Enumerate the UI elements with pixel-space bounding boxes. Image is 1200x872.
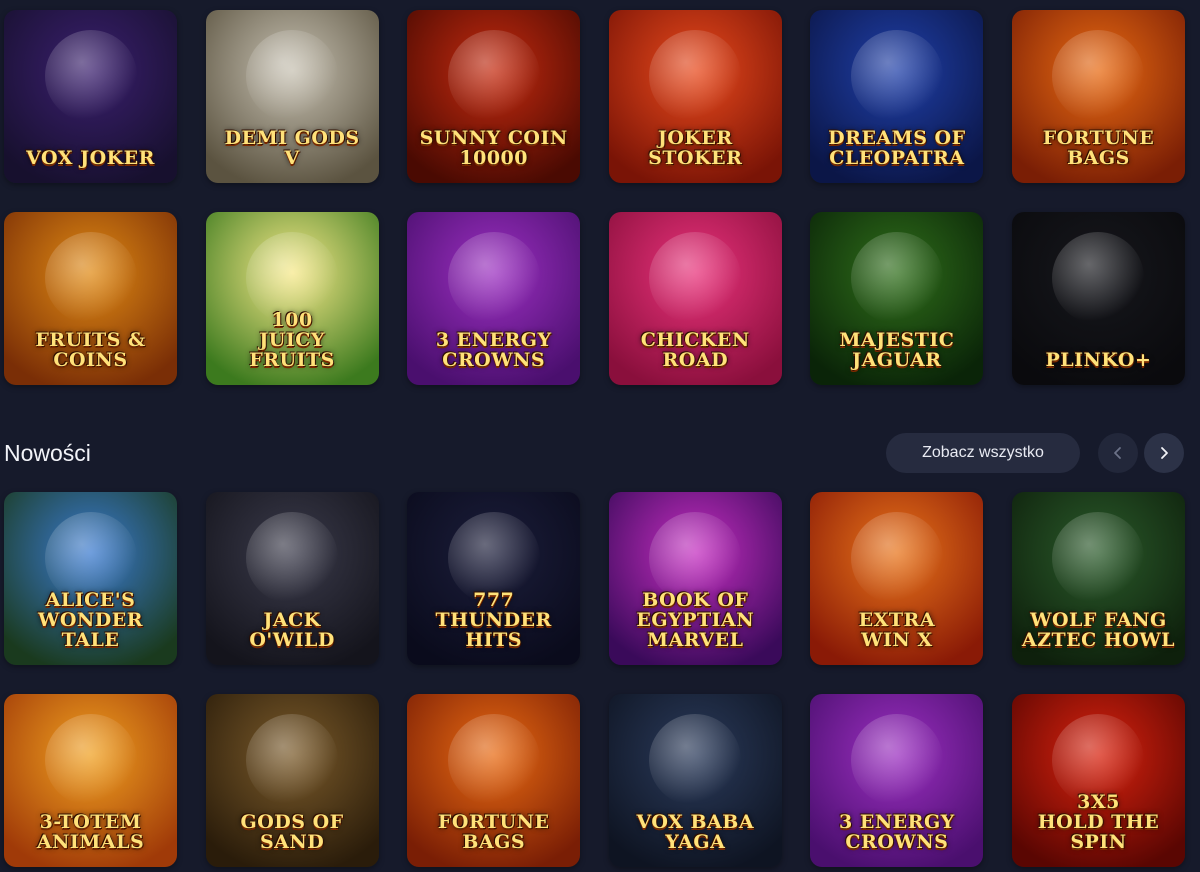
game-title: PLINKO+ — [1045, 349, 1152, 372]
game-tile[interactable]: FRUITS & COINS — [4, 212, 177, 385]
game-tile[interactable]: 100 JUICY FRUITS — [205, 212, 379, 385]
game-tile[interactable]: VOX JOKER — [4, 10, 177, 183]
game-title: 3X5 HOLD THE SPIN — [1037, 791, 1160, 854]
game-title: VOX BABA YAGA — [636, 811, 755, 854]
game-title: EXTRA WIN X — [858, 609, 936, 652]
game-title: GODS OF SAND — [240, 811, 344, 854]
section-title: Nowości — [4, 440, 91, 466]
game-title: 3-TOTEM ANIMALS — [36, 811, 145, 854]
top-games-grid: VOX JOKER DEMI GODS V SUNNY COIN 10000 JOKE… — [4, 10, 1185, 385]
game-title: DREAMS OF CLEOPATRA — [828, 127, 966, 170]
game-tile[interactable]: ALICE'S WONDER TALE — [4, 492, 177, 665]
game-tile[interactable]: SUNNY COIN 10000 — [407, 10, 581, 183]
game-title: FRUITS & COINS — [35, 329, 146, 372]
game-tile[interactable]: MAJESTIC JAGUAR — [810, 212, 984, 385]
game-title: JACK O'WILD — [249, 609, 335, 652]
chevron-right-icon — [1161, 447, 1168, 459]
game-tile[interactable]: FORTUNE BAGS — [407, 694, 581, 867]
game-title: 3 ENERGY CROWNS — [839, 811, 955, 854]
game-title: DEMI GODS V — [224, 127, 360, 170]
game-title: MAJESTIC JAGUAR — [839, 329, 955, 372]
game-tile[interactable]: 777 THUNDER HITS — [407, 492, 581, 665]
game-title: CHICKEN ROAD — [640, 329, 750, 372]
game-tile[interactable]: FORTUNE BAGS — [1011, 10, 1185, 183]
game-tile[interactable]: 3 ENERGY CROWNS — [810, 694, 984, 867]
game-tile[interactable]: EXTRA WIN X — [810, 492, 984, 665]
carousel-next-button[interactable] — [1144, 433, 1184, 473]
game-tile[interactable]: PLINKO+ — [1011, 212, 1185, 385]
game-tile[interactable]: JOKER STOKER — [608, 10, 782, 183]
game-tile[interactable]: VOX BABA YAGA — [608, 694, 782, 867]
new-games-grid: ALICE'S WONDER TALE JACK O'WILD 777 THUNDE… — [4, 492, 1185, 867]
game-title: BOOK OF EGYPTIAN MARVEL — [636, 589, 755, 652]
game-tile[interactable]: WOLF FANG AZTEC HOWL — [1011, 492, 1185, 665]
game-title: JOKER STOKER — [648, 127, 743, 170]
game-title: 100 JUICY FRUITS — [249, 309, 335, 372]
game-tile[interactable]: DEMI GODS V — [205, 10, 379, 183]
casino-lobby: VOX JOKER DEMI GODS V SUNNY COIN 10000 JOKE… — [0, 0, 1200, 872]
game-title: ALICE'S WONDER TALE — [37, 589, 143, 652]
game-title: FORTUNE BAGS — [437, 811, 550, 854]
game-tile[interactable]: 3X5 HOLD THE SPIN — [1011, 694, 1185, 867]
game-title: SUNNY COIN 10000 — [419, 127, 568, 170]
game-tile[interactable]: DREAMS OF CLEOPATRA — [810, 10, 984, 183]
game-tile[interactable]: GODS OF SAND — [205, 694, 379, 867]
new-games-header: Nowości Zobacz wszystko — [4, 432, 1190, 474]
game-tile[interactable]: 3 ENERGY CROWNS — [407, 212, 581, 385]
game-title: 777 THUNDER HITS — [435, 589, 552, 652]
chevron-left-icon — [1114, 447, 1121, 459]
game-title: WOLF FANG AZTEC HOWL — [1021, 609, 1176, 652]
see-all-button[interactable]: Zobacz wszystko — [886, 433, 1080, 473]
game-tile[interactable]: JACK O'WILD — [205, 492, 379, 665]
carousel-prev-button[interactable] — [1098, 433, 1138, 473]
game-tile[interactable]: BOOK OF EGYPTIAN MARVEL — [608, 492, 782, 665]
game-title: VOX JOKER — [26, 147, 155, 170]
game-title: 3 ENERGY CROWNS — [435, 329, 552, 372]
game-tile[interactable]: CHICKEN ROAD — [608, 212, 782, 385]
game-tile[interactable]: 3-TOTEM ANIMALS — [4, 694, 177, 867]
game-title: FORTUNE BAGS — [1042, 127, 1155, 170]
